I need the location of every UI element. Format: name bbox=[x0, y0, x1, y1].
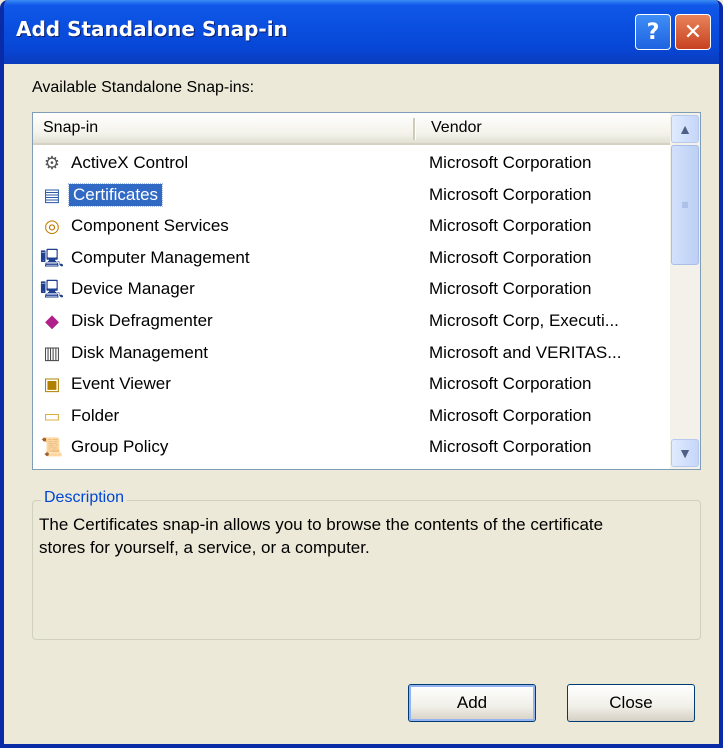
column-header-snapin[interactable]: Snap-in bbox=[43, 119, 98, 137]
snapin-name: Folder bbox=[71, 405, 120, 425]
question-mark-icon: ? bbox=[646, 19, 660, 45]
list-item[interactable]: ▣ Event Viewer Microsoft Corporation bbox=[33, 368, 670, 400]
list-item[interactable]: ◆ Disk Defragmenter Microsoft Corp, Execut… bbox=[33, 305, 670, 337]
add-standalone-snapin-dialog: Add Standalone Snap-in ? ✕ Available Sta… bbox=[0, 0, 723, 748]
chevron-up-icon: ▲ bbox=[678, 121, 692, 137]
grip-icon: ≡ bbox=[681, 198, 689, 212]
close-icon: ✕ bbox=[683, 19, 703, 45]
add-button[interactable]: Add bbox=[408, 684, 536, 722]
snapin-name: Computer Management bbox=[71, 247, 250, 267]
scroll-up-button[interactable]: ▲ bbox=[671, 115, 699, 143]
snapin-vendor: Microsoft Corporation bbox=[429, 184, 592, 204]
list-item[interactable]: ▭ Folder Microsoft Corporation bbox=[33, 400, 670, 432]
list-header: Snap-in Vendor bbox=[33, 113, 670, 145]
list-item[interactable]: ▤ Certificates Microsoft Corporation bbox=[33, 179, 670, 211]
snapin-list[interactable]: Snap-in Vendor ⚙ ActiveX Control Microsoft… bbox=[32, 112, 701, 470]
snapin-vendor: Microsoft Corporation bbox=[429, 405, 592, 425]
folder-icon: ▭ bbox=[43, 405, 61, 426]
disk-defragmenter-icon: ◆ bbox=[45, 311, 59, 331]
list-item[interactable]: 📜 Group Policy Microsoft Corporation bbox=[33, 431, 670, 463]
column-header-vendor[interactable]: Vendor bbox=[431, 119, 482, 137]
snapin-name: Component Services bbox=[71, 216, 229, 236]
description-text: The Certificates snap-in allows you to b… bbox=[39, 515, 604, 557]
list-item[interactable]: 🖳 Computer Management Microsoft Corporatio… bbox=[33, 242, 670, 274]
snapin-name: ActiveX Control bbox=[71, 153, 189, 172]
snapin-name: Group Policy bbox=[71, 437, 169, 457]
list-item[interactable]: ◎ Component Services Microsoft Corporation bbox=[33, 210, 670, 242]
snapin-name: Disk Management bbox=[71, 342, 209, 362]
close-button-label: Close bbox=[609, 693, 653, 712]
list-item[interactable]: ▥ Disk Management Microsoft and VERITAS... bbox=[33, 337, 670, 369]
component-services-icon: ◎ bbox=[44, 216, 60, 237]
help-button[interactable]: ? bbox=[635, 14, 671, 50]
snapin-name: Disk Defragmenter bbox=[71, 311, 213, 330]
list-item[interactable]: 🖳 Device Manager Microsoft Corporation bbox=[33, 273, 670, 305]
certificates-icon: ▤ bbox=[43, 184, 61, 205]
computer-management-icon: 🖳 bbox=[40, 247, 65, 268]
window-close-button[interactable]: ✕ bbox=[675, 14, 711, 50]
device-manager-icon: 🖳 bbox=[40, 279, 65, 300]
snapin-vendor: Microsoft Corporation bbox=[429, 153, 592, 172]
scroll-down-button[interactable]: ▼ bbox=[671, 439, 699, 467]
snapin-vendor: Microsoft Corporation bbox=[429, 247, 592, 267]
chevron-down-icon: ▼ bbox=[678, 445, 692, 461]
snapin-vendor: Microsoft Corporation bbox=[429, 374, 592, 394]
snapin-name: Device Manager bbox=[71, 279, 195, 299]
scroll-thumb[interactable]: ≡ bbox=[671, 145, 699, 265]
group-policy-icon: 📜 bbox=[40, 437, 64, 458]
description-group: Description The Certificates snap-in all… bbox=[32, 489, 701, 640]
description-legend: Description bbox=[41, 489, 128, 507]
disk-management-icon: ▥ bbox=[43, 342, 61, 363]
snapin-vendor: Microsoft Corporation bbox=[429, 216, 592, 236]
list-item[interactable]: ⚙ ActiveX Control Microsoft Corporation bbox=[33, 147, 670, 179]
snapin-vendor: Microsoft Corp, Executi... bbox=[429, 311, 619, 330]
window-title: Add Standalone Snap-in bbox=[16, 17, 288, 41]
activex-control-icon: ⚙ bbox=[43, 153, 61, 173]
snapin-vendor: Microsoft and VERITAS... bbox=[429, 342, 622, 362]
vertical-scrollbar[interactable]: ▲ ≡ ▼ bbox=[670, 113, 700, 469]
event-viewer-icon: ▣ bbox=[43, 374, 61, 395]
snapin-vendor: Microsoft Corporation bbox=[429, 279, 592, 299]
available-snapins-label: Available Standalone Snap-ins: bbox=[32, 79, 255, 96]
snapin-vendor: Microsoft Corporation bbox=[429, 437, 592, 457]
snapin-name: Certificates bbox=[67, 182, 164, 207]
close-button[interactable]: Close bbox=[567, 684, 695, 722]
title-bar[interactable]: Add Standalone Snap-in ? ✕ bbox=[4, 0, 719, 64]
add-button-label: Add bbox=[456, 693, 488, 712]
column-divider[interactable] bbox=[413, 118, 416, 140]
snapin-name: Event Viewer bbox=[71, 374, 171, 394]
